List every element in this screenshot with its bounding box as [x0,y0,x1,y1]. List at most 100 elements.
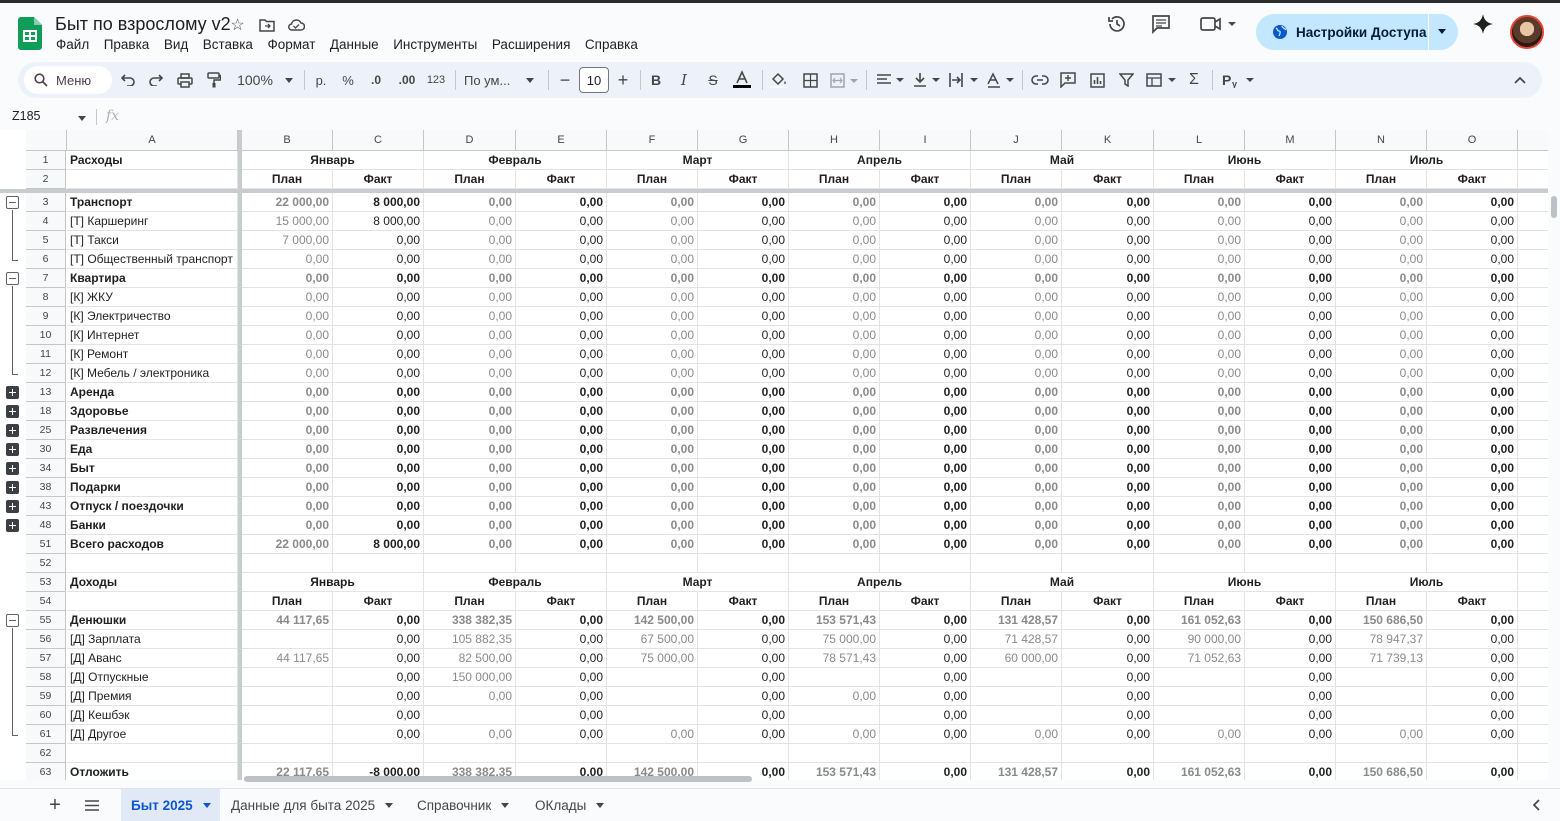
fact-value-cell[interactable]: 0,00 [333,668,424,687]
category-cell[interactable]: Подарки [67,478,238,497]
plan-value-cell[interactable]: 0,00 [789,402,880,421]
plan-value-cell[interactable]: 105 882,35 [424,630,516,649]
fact-value-cell[interactable]: 0,00 [516,383,607,402]
row-header-8[interactable]: 8 [26,288,66,307]
spreadsheet-grid[interactable]: A B C D E F G H I J K L M N O 1 Расходы Январь Февраль Март… [0,130,1548,780]
row-header-10[interactable]: 10 [26,326,66,345]
decrease-font-size-icon[interactable]: − [556,62,574,98]
fact-value-cell[interactable]: 0,00 [333,725,424,744]
row-header-7[interactable]: 7 [26,269,66,288]
plan-value-cell[interactable]: 0,00 [789,687,880,706]
fact-value-cell[interactable]: 0,00 [1062,516,1154,535]
plan-value-cell[interactable]: 0,00 [1336,478,1427,497]
fact-value-cell[interactable]: 0,00 [698,288,789,307]
menu-search[interactable]: Меню [24,66,112,94]
empty-cell[interactable] [1518,250,1548,269]
plan-value-cell[interactable]: 0,00 [607,516,698,535]
plan-value-cell[interactable]: 0,00 [424,440,516,459]
column-header-h[interactable]: H [789,130,880,151]
plan-value-cell[interactable]: 0,00 [424,250,516,269]
plan-value-cell[interactable]: 153 571,43 [789,611,880,630]
menu-view[interactable]: Вид [164,37,188,52]
category-cell[interactable]: [Д] Другое [67,725,238,744]
fact-value-cell[interactable]: 0,00 [516,345,607,364]
column-header-c[interactable]: C [333,130,424,151]
fact-value-cell[interactable]: 0,00 [1245,668,1336,687]
plan-value-cell[interactable]: 0,00 [607,212,698,231]
fact-value-cell[interactable]: 0,00 [1062,668,1154,687]
plan-value-cell[interactable]: 0,00 [607,497,698,516]
fact-value-cell[interactable]: 0,00 [516,402,607,421]
name-box-dropdown-icon[interactable] [78,116,86,121]
meet-video-icon[interactable] [1200,13,1238,35]
vertical-scroll-thumb[interactable] [1551,196,1557,218]
plan-value-cell[interactable]: 0,00 [1154,402,1245,421]
fact-value-cell[interactable]: 0,00 [1062,459,1154,478]
fact-value-cell[interactable]: 0,00 [333,440,424,459]
plan-value-cell[interactable]: 0,00 [971,402,1062,421]
fact-value-cell[interactable]: 0,00 [698,668,789,687]
fact-value-cell[interactable]: 0,00 [333,516,424,535]
fact-value-cell[interactable]: 0,00 [1427,288,1518,307]
plan-value-cell[interactable]: 0,00 [1336,421,1427,440]
plan-value-cell[interactable] [607,668,698,687]
plan-value-cell[interactable] [242,725,333,744]
empty-cell[interactable] [1518,326,1548,345]
plan-value-cell[interactable] [971,687,1062,706]
fact-value-cell[interactable]: 0,00 [516,668,607,687]
plan-value-cell[interactable]: 0,00 [1336,231,1427,250]
plan-value-cell[interactable]: 44 117,65 [242,649,333,668]
paint-format-icon[interactable] [204,62,224,98]
fact-value-cell[interactable]: 8 000,00 [333,212,424,231]
plan-value-cell[interactable]: 71 052,63 [1154,649,1245,668]
fact-value-cell[interactable]: 0,00 [1062,478,1154,497]
category-cell[interactable]: [Д] Кешбэк [67,706,238,725]
column-header-a[interactable]: A [67,130,238,151]
fact-value-cell[interactable]: 0,00 [1062,497,1154,516]
fact-value-cell[interactable]: 0,00 [1245,288,1336,307]
fact-value-cell[interactable]: 0,00 [1062,440,1154,459]
insert-link-icon[interactable] [1030,62,1050,98]
plan-value-cell[interactable]: 0,00 [424,535,516,554]
plan-value-cell[interactable]: 0,00 [1336,364,1427,383]
plan-value-cell[interactable]: 0,00 [789,516,880,535]
plan-value-cell[interactable] [242,630,333,649]
fact-value-cell[interactable] [698,554,789,573]
fact-value-cell[interactable]: 0,00 [516,649,607,668]
category-cell[interactable]: [Т] Общественный транспорт [67,250,238,269]
category-cell[interactable] [67,554,238,573]
plan-value-cell[interactable]: 0,00 [242,307,333,326]
plan-value-cell[interactable]: 0,00 [971,383,1062,402]
fact-value-cell[interactable]: 0,00 [880,630,971,649]
collapse-toolbar-icon[interactable] [1510,62,1530,98]
fact-value-cell[interactable]: 0,00 [333,497,424,516]
plan-value-cell[interactable] [971,744,1062,763]
sheet-tab-reference[interactable]: Справочник [417,789,510,821]
borders-icon[interactable] [800,62,820,98]
fact-value-cell[interactable]: 0,00 [698,516,789,535]
fact-value-cell[interactable]: 0,00 [516,307,607,326]
fact-value-cell[interactable]: 0,00 [516,212,607,231]
fact-value-cell[interactable]: 0,00 [1245,326,1336,345]
input-tools-icon[interactable]: Рy [1220,62,1256,98]
plan-value-cell[interactable]: 0,00 [789,250,880,269]
plan-value-cell[interactable]: 0,00 [971,497,1062,516]
fact-value-cell[interactable]: 0,00 [1427,706,1518,725]
fact-value-cell[interactable]: 0,00 [1427,212,1518,231]
row-header-13[interactable]: 13 [26,383,66,402]
plan-value-cell[interactable]: 0,00 [1154,478,1245,497]
category-cell[interactable] [67,170,238,189]
fact-value-cell[interactable]: 0,00 [1062,611,1154,630]
plan-value-cell[interactable]: 15 000,00 [242,212,333,231]
account-avatar[interactable] [1510,15,1544,49]
fact-value-cell[interactable]: 0,00 [698,611,789,630]
fact-value-cell[interactable]: 0,00 [1062,307,1154,326]
fact-value-cell[interactable]: 0,00 [880,440,971,459]
gemini-sparkle-icon[interactable] [1472,13,1494,35]
row-header-9[interactable]: 9 [26,307,66,326]
plan-value-cell[interactable]: 0,00 [242,478,333,497]
plan-value-cell[interactable]: 0,00 [607,402,698,421]
fact-value-cell[interactable]: 0,00 [1062,725,1154,744]
fact-value-cell[interactable] [516,554,607,573]
row-header-4[interactable]: 4 [26,212,66,231]
